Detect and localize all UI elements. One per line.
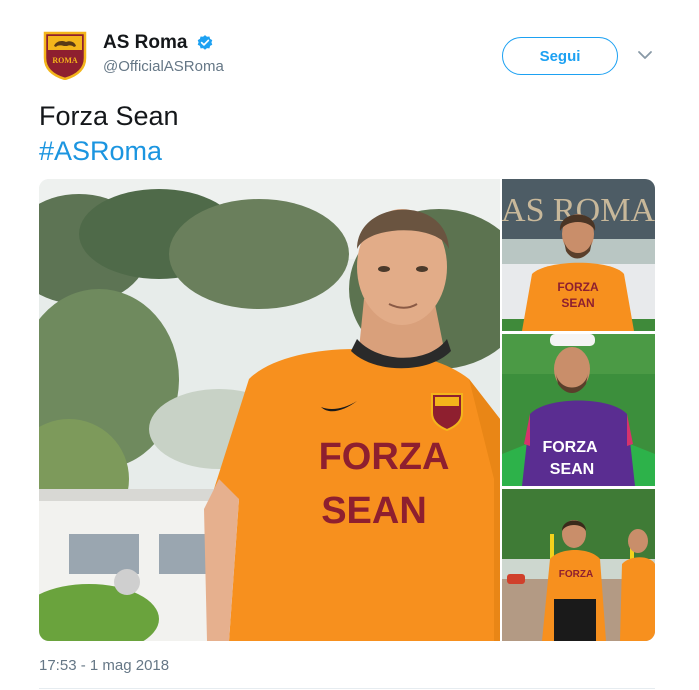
tweet-body: Forza Sean (39, 101, 179, 131)
thumb2-shirt-line2: SEAN (550, 461, 594, 478)
photo-thumb-3[interactable]: FORZA (502, 489, 655, 641)
hashtag-link[interactable]: #ASRoma (39, 134, 179, 169)
account-avatar[interactable]: ROMA (42, 30, 88, 81)
chevron-down-icon[interactable] (636, 48, 654, 62)
photo-thumb-2-image: FORZA SEAN (502, 334, 655, 486)
main-shirt-line1: FORZA (319, 436, 450, 478)
crest-logo-text: ROMA (52, 56, 78, 65)
account-display-name[interactable]: AS Roma (103, 32, 187, 54)
photo-thumb-3-image: FORZA (502, 489, 655, 641)
photo-thumb-2[interactable]: FORZA SEAN (502, 334, 655, 486)
verified-badge-icon (197, 35, 213, 50)
tweet-timestamp[interactable]: 17:53 - 1 mag 2018 (39, 657, 169, 674)
follow-button[interactable]: Segui (502, 37, 618, 75)
tweet-media-grid: FORZA SEAN AS ROMA FORZA SEAN FORZA SEAN… (39, 179, 655, 641)
photo-main[interactable]: FORZA SEAN (39, 179, 500, 641)
photo-main-image: FORZA SEAN (39, 179, 500, 641)
photo-thumb-1[interactable]: AS ROMA FORZA SEAN (502, 179, 655, 331)
divider (39, 688, 655, 689)
tweet-text: Forza Sean #ASRoma (39, 99, 179, 169)
roma-crest-icon: ROMA (43, 31, 87, 81)
thumb3-shirt: FORZA (559, 569, 593, 580)
thumb1-shirt-line1: FORZA (557, 280, 599, 294)
main-shirt-line2: SEAN (321, 490, 427, 532)
thumb2-shirt-line1: FORZA (542, 439, 598, 456)
thumb1-shirt-line2: SEAN (561, 296, 594, 310)
account-name-block: AS Roma @OfficialASRoma (103, 32, 224, 75)
account-handle[interactable]: @OfficialASRoma (103, 58, 224, 75)
photo-thumb-1-image: AS ROMA FORZA SEAN (502, 179, 655, 331)
